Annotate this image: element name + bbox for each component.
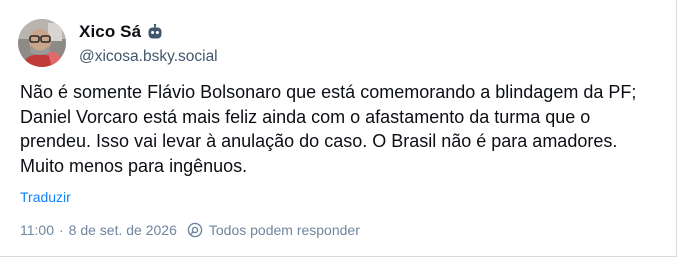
post-card: Xico Sá @xicosa.bsky.social Não é soment… (0, 0, 677, 257)
reply-settings-icon (187, 222, 203, 238)
reply-setting[interactable]: Todos podem responder (209, 222, 360, 238)
bot-icon (147, 23, 163, 40)
avatar[interactable] (18, 19, 66, 67)
author-info: Xico Sá @xicosa.bsky.social (79, 21, 218, 66)
name-row: Xico Sá (79, 21, 218, 43)
post-date[interactable]: 8 de set. de 2026 (69, 222, 177, 238)
display-name[interactable]: Xico Sá (79, 22, 141, 42)
meta-separator: · (59, 222, 64, 238)
post-time[interactable]: 11:00 (20, 222, 54, 238)
post-meta: 11:00 · 8 de set. de 2026 Todos podem re… (20, 222, 360, 238)
translate-link[interactable]: Traduzir (20, 189, 71, 205)
post-text: Não é somente Flávio Bolsonaro que está … (20, 82, 637, 176)
handle[interactable]: @xicosa.bsky.social (79, 48, 218, 66)
